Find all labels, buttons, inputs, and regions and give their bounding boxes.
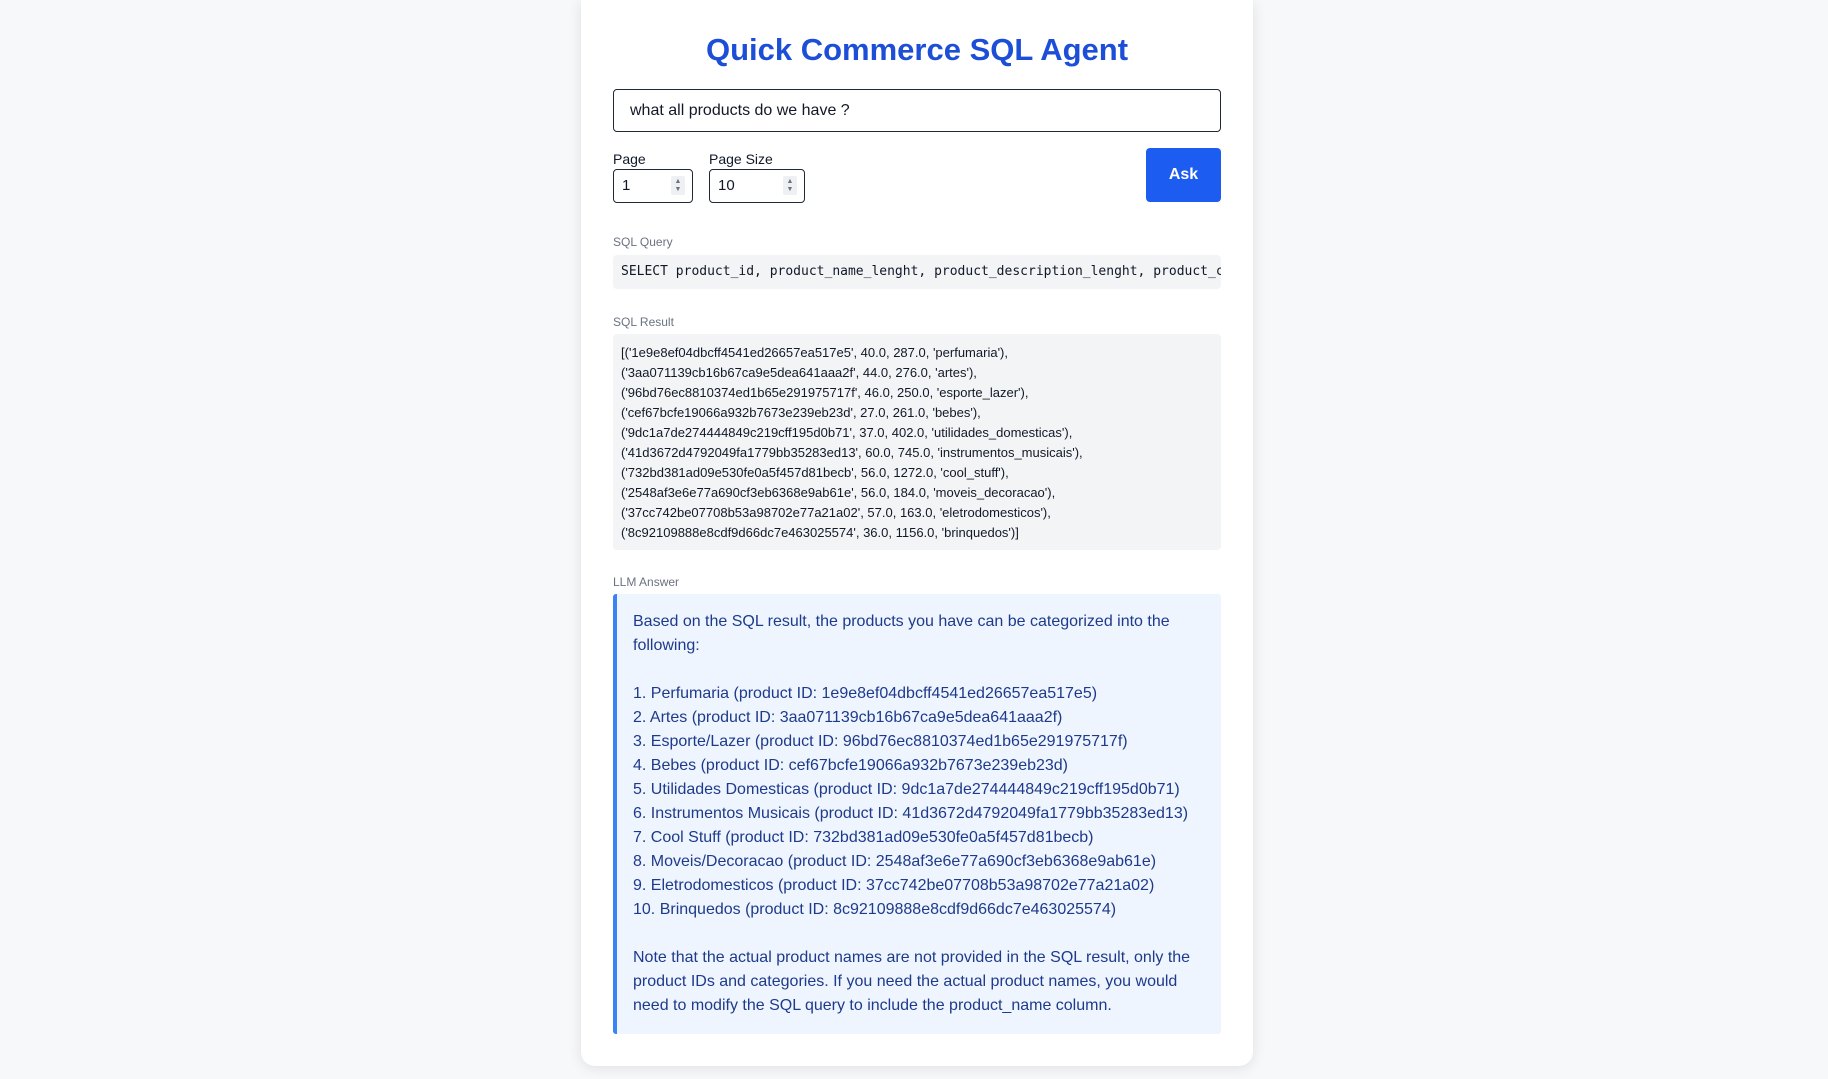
result-line: ('2548af3e6e77a690cf3eb6368e9ab61e', 56.… bbox=[621, 485, 1056, 500]
result-line: ('3aa071139cb16b67ca9e5dea641aaa2f', 44.… bbox=[621, 365, 977, 380]
answer-list-item: 3. Esporte/Lazer (product ID: 96bd76ec88… bbox=[633, 733, 1128, 750]
page-field: Page 1 ▲ ▼ bbox=[613, 151, 693, 203]
page-title: Quick Commerce SQL Agent bbox=[705, 32, 1129, 67]
result-line: ('732bd381ad09e530fe0a5f457d81becb', 56.… bbox=[621, 465, 1009, 480]
agent-card: Quick Commerce SQL Agent Page 1 ▲▼ Page … bbox=[581, 0, 1253, 1066]
page-label: Page bbox=[613, 151, 646, 167]
result-line: ('cef67bcfe19066a932b7673e239eb23d', 27.… bbox=[621, 405, 981, 420]
sql-query-box: SELECT product_id, product_name_lenght, … bbox=[613, 255, 1221, 289]
answer-list-item: 9. Eletrodomesticos (product ID: 37cc742… bbox=[633, 877, 1155, 894]
question-input[interactable] bbox=[613, 89, 1221, 132]
result-line: ('9dc1a7de274444849c219cff195d0b71', 37.… bbox=[621, 425, 1073, 440]
answer-list-item: 4. Bebes (product ID: cef67bcfe19066a932… bbox=[633, 757, 1069, 774]
answer-intro: Based on the SQL result, the products yo… bbox=[633, 613, 1170, 654]
page-size-spinner-icon[interactable]: ▲ ▼ bbox=[783, 176, 797, 195]
answer-list-item: 5. Utilidades Domesticas (product ID: 9d… bbox=[633, 781, 1180, 798]
answer-note: Note that the actual product names are n… bbox=[633, 949, 1191, 1014]
answer-list-item: 1. Perfumaria (product ID: 1e9e8ef04dbcf… bbox=[633, 685, 1098, 702]
answer-list-item: 6. Instrumentos Musicais (product ID: 41… bbox=[633, 805, 1189, 822]
answer-list-item: 10. Brinquedos (product ID: 8c92109888e8… bbox=[633, 901, 1117, 918]
llm-answer-label: LLM Answer bbox=[613, 575, 680, 589]
result-line: ('96bd76ec8810374ed1b65e291975717f', 46.… bbox=[621, 385, 1029, 400]
page-spinner-icon[interactable]: ▲ ▼ bbox=[671, 176, 685, 195]
answer-list-item: 7. Cool Stuff (product ID: 732bd381ad09e… bbox=[633, 829, 1094, 846]
page-size-number-input[interactable]: 10 ▲ ▼ bbox=[709, 169, 805, 203]
page-size-field: Page Size 10 ▲ ▼ bbox=[709, 151, 805, 203]
result-line: ('37cc742be07708b53a98702e77a21a02', 57.… bbox=[621, 505, 1051, 520]
sql-query-label: SQL Query bbox=[613, 235, 673, 249]
answer-list-item: 8. Moveis/Decoracao (product ID: 2548af3… bbox=[633, 853, 1157, 870]
sql-result-label: SQL Result bbox=[613, 315, 674, 329]
ask-button[interactable]: Ask bbox=[1146, 148, 1221, 202]
result-line: [('1e9e8ef04dbcff4541ed26657ea517e5', 40… bbox=[621, 345, 1008, 360]
page-value: 1 bbox=[622, 177, 631, 194]
result-line: ('41d3672d4792049fa1779bb35283ed13', 60.… bbox=[621, 445, 1083, 460]
sql-result-box: [('1e9e8ef04dbcff4541ed26657ea517e5', 40… bbox=[613, 334, 1221, 550]
page-number-input[interactable]: 1 ▲ ▼ bbox=[613, 169, 693, 203]
answer-list-item: 2. Artes (product ID: 3aa071139cb16b67ca… bbox=[633, 709, 1063, 726]
llm-answer-box: Based on the SQL result, the products yo… bbox=[613, 594, 1221, 1034]
result-line: ('8c92109888e8cdf9d66dc7e463025574', 36.… bbox=[621, 525, 1019, 540]
page-size-value: 10 bbox=[718, 177, 735, 194]
page-size-label: Page Size bbox=[709, 151, 773, 167]
